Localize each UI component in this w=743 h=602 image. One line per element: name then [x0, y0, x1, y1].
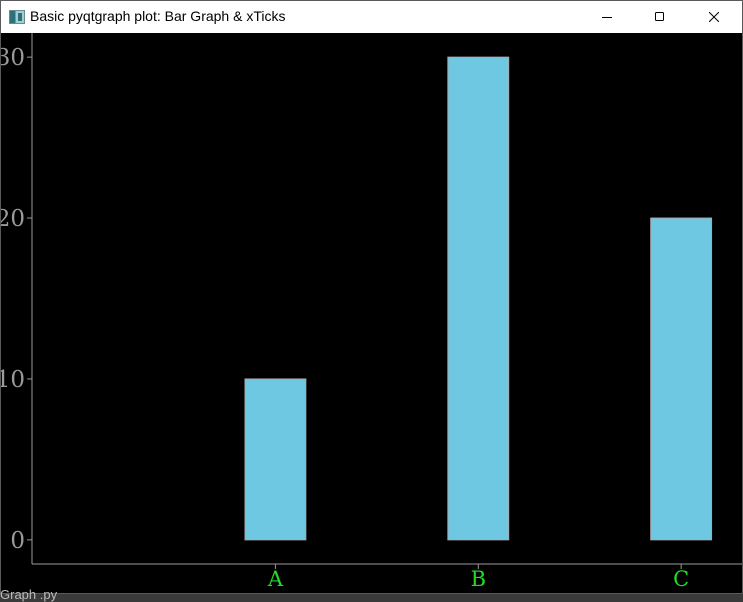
window-title: Basic pyqtgraph plot: Bar Graph & xTicks: [30, 8, 286, 24]
close-icon: [709, 12, 719, 22]
minimize-button[interactable]: [584, 1, 630, 33]
background-file-label: Graph .py: [0, 587, 58, 602]
y-tick-label: 30: [1, 45, 25, 71]
minimize-icon: [602, 17, 612, 18]
maximize-button[interactable]: [637, 1, 683, 33]
bar-B: [447, 56, 510, 541]
y-tick-label: 0: [10, 528, 25, 554]
bar-chart: 0 10 20 30 A B C: [1, 33, 742, 591]
x-tick-label: B: [471, 567, 486, 591]
bar-A: [244, 378, 307, 541]
close-button[interactable]: [691, 1, 737, 33]
plot-widget[interactable]: 0 10 20 30 A B C: [1, 33, 742, 593]
y-tick-label: 20: [1, 206, 25, 232]
y-tick-label: 10: [1, 367, 25, 393]
app-window: Basic pyqtgraph plot: Bar Graph & xTicks…: [0, 0, 743, 594]
bar-C: [650, 217, 713, 541]
x-tick-label: C: [673, 567, 689, 591]
title-bar[interactable]: Basic pyqtgraph plot: Bar Graph & xTicks: [1, 1, 742, 33]
x-tick-label: A: [267, 567, 284, 591]
maximize-icon: [655, 12, 664, 21]
app-icon: [9, 10, 25, 24]
